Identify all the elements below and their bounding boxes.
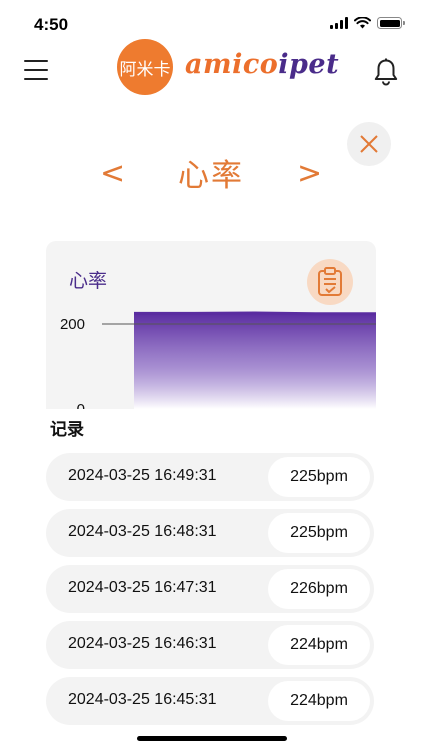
record-value: 225bpm xyxy=(268,513,370,553)
records-label: 记录 xyxy=(50,420,84,440)
battery-icon xyxy=(377,17,405,29)
heart-rate-area xyxy=(134,313,376,409)
heart-rate-chart-card: 200 0 心率 xyxy=(46,241,376,409)
record-row[interactable]: 2024-03-25 16:46:31 224bpm xyxy=(46,621,374,669)
record-value: 224bpm xyxy=(268,681,370,721)
status-icons xyxy=(330,17,405,29)
status-time: 4:50 xyxy=(34,15,69,34)
heart-rate-line xyxy=(134,311,376,316)
logo-text-part1: amico xyxy=(185,49,279,80)
record-time: 2024-03-25 16:49:31 xyxy=(68,467,217,484)
next-metric-button[interactable]: > xyxy=(297,156,322,191)
clipboard-check-icon xyxy=(318,267,342,296)
wifi-icon xyxy=(354,17,371,29)
signal-icon xyxy=(330,17,348,29)
record-row[interactable]: 2024-03-25 16:48:31 225bpm xyxy=(46,509,374,557)
y-tick-label-0: 0 xyxy=(77,401,85,409)
record-row[interactable]: 2024-03-25 16:47:31 226bpm xyxy=(46,565,374,613)
report-button[interactable] xyxy=(307,259,353,305)
y-tick-label-200: 200 xyxy=(60,316,85,333)
record-time: 2024-03-25 16:45:31 xyxy=(68,691,217,708)
logo-text-part2: ipet xyxy=(278,49,340,80)
record-time: 2024-03-25 16:47:31 xyxy=(68,579,217,596)
page-title: 心率 xyxy=(178,158,244,194)
logo-badge: 阿米卡 xyxy=(117,39,173,95)
menu-icon[interactable] xyxy=(24,60,50,82)
record-value: 226bpm xyxy=(268,569,370,609)
logo-text: amicoipet xyxy=(185,49,339,80)
bell-icon[interactable] xyxy=(373,58,399,86)
record-time: 2024-03-25 16:46:31 xyxy=(68,635,217,652)
app-header: 阿米卡 amicoipet xyxy=(0,38,422,104)
chart-title: 心率 xyxy=(69,270,108,292)
home-indicator xyxy=(137,736,287,741)
record-row[interactable]: 2024-03-25 16:49:31 225bpm xyxy=(46,453,374,501)
record-value: 224bpm xyxy=(268,625,370,665)
record-time: 2024-03-25 16:48:31 xyxy=(68,523,217,540)
record-row[interactable]: 2024-03-25 16:45:31 224bpm xyxy=(46,677,374,725)
record-value: 225bpm xyxy=(268,457,370,497)
